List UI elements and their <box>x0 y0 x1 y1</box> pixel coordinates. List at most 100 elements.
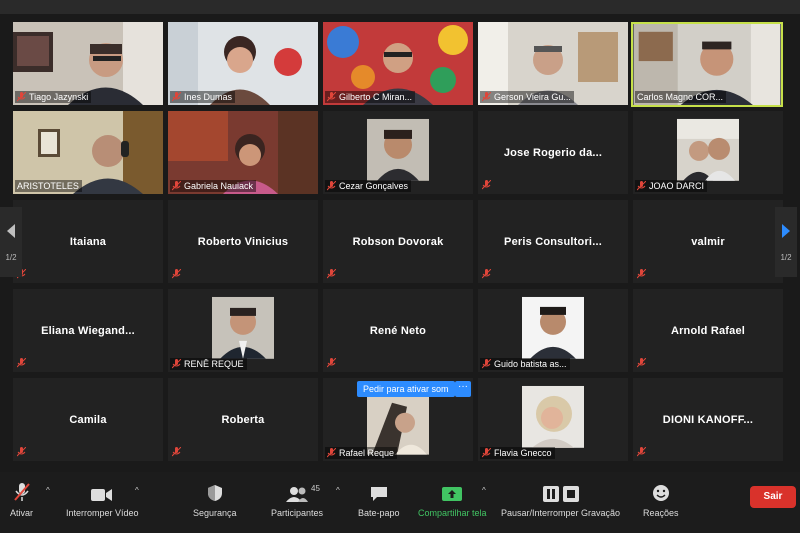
mic-muted-icon <box>327 448 336 458</box>
shield-icon <box>207 485 222 501</box>
participant-tile-itaiana[interactable]: Itaiana <box>13 200 163 283</box>
participant-name-label: Rafael Reque <box>325 447 398 459</box>
profile-photo <box>367 118 429 181</box>
participant-name-label: Gerson Vieira Gu... <box>480 91 574 103</box>
participant-tile-carlos-active-speaker[interactable]: Carlos Magno COR... <box>631 22 783 107</box>
unmute-button[interactable]: Ativar <box>10 480 33 518</box>
participant-tile-tiago[interactable]: Tiago Jazynski <box>13 22 163 105</box>
participant-tile-rene-neto[interactable]: René Neto <box>323 289 473 372</box>
request-unmute-button[interactable]: Pedir para ativar som <box>357 381 455 397</box>
participant-tile-gilberto[interactable]: Gilberto C Miran... <box>323 22 473 105</box>
video-options-caret[interactable]: ^ <box>135 486 139 495</box>
share-screen-icon <box>442 487 463 501</box>
participant-tile-joao[interactable]: JOAO DARCI <box>633 111 783 194</box>
profile-photo <box>212 296 274 359</box>
mic-muted-icon <box>172 269 181 279</box>
mic-muted-icon <box>637 269 646 279</box>
pause-stop-recording-button[interactable]: Pausar/Interromper Gravação <box>501 480 620 518</box>
participant-tile-roberta[interactable]: Roberta <box>168 378 318 461</box>
more-options-button[interactable]: ··· <box>455 381 471 397</box>
mic-muted-icon <box>17 358 26 368</box>
mic-muted-icon <box>327 358 336 368</box>
profile-photo <box>677 118 739 181</box>
participant-name-label: Cezar Gonçalves <box>325 180 412 192</box>
participant-tile-rene-reque[interactable]: RENÊ REQUE <box>168 289 318 372</box>
mic-muted-icon <box>172 92 181 102</box>
participant-name-label: Gabriela Nauiack <box>170 180 257 192</box>
participant-tile-roberto[interactable]: Roberto Vinicius <box>168 200 318 283</box>
mic-muted-icon <box>637 181 646 191</box>
mic-muted-icon <box>327 181 336 191</box>
mic-muted-icon <box>482 180 491 190</box>
participant-name: Itaiana <box>69 235 107 248</box>
arrow-right-icon <box>782 223 790 238</box>
page-indicator-left: 1/2 <box>5 252 17 262</box>
mic-muted-icon <box>172 181 181 191</box>
participant-name-label: Flavia Gnecco <box>480 447 555 459</box>
participant-name: Peris Consultori... <box>504 235 602 248</box>
participant-tile-jose[interactable]: Jose Rogerio da... <box>478 111 628 194</box>
participant-tile-gerson[interactable]: Gerson Vieira Gu... <box>478 22 628 105</box>
chat-bubble-icon <box>370 487 387 501</box>
pause-stop-icon <box>542 486 579 502</box>
page-indicator-right: 1/2 <box>780 252 792 262</box>
participant-tile-camila[interactable]: Camila <box>13 378 163 461</box>
participant-count: 45 <box>311 484 320 493</box>
security-button[interactable]: Segurança <box>193 480 237 518</box>
participant-tile-robson[interactable]: Robson Dovorak <box>323 200 473 283</box>
participant-name: Robson Dovorak <box>352 235 444 248</box>
participant-tile-gabriela[interactable]: Gabriela Nauiack <box>168 111 318 194</box>
participant-tile-flavia[interactable]: Flavia Gnecco <box>478 378 628 461</box>
mic-muted-icon <box>327 269 336 279</box>
mic-muted-icon <box>17 92 26 102</box>
participant-name-label: Tiago Jazynski <box>15 91 92 103</box>
mic-muted-icon <box>17 447 26 457</box>
profile-photo <box>522 296 584 359</box>
participant-name: Eliana Wiegand... <box>41 324 135 337</box>
leave-meeting-button[interactable]: Sair <box>750 486 796 508</box>
participants-options-caret[interactable]: ^ <box>336 486 340 495</box>
participant-name: Roberto Vinicius <box>197 235 289 248</box>
participant-tile-eliana[interactable]: Eliana Wiegand... <box>13 289 163 372</box>
next-page-button[interactable]: 1/2 <box>775 207 797 277</box>
mic-muted-icon <box>637 358 646 368</box>
participant-name: René Neto <box>369 324 427 337</box>
participant-tile-valmir[interactable]: valmir <box>633 200 783 283</box>
mic-muted-icon <box>482 448 491 458</box>
participant-tile-guido[interactable]: Guido batista as... <box>478 289 628 372</box>
audio-options-caret[interactable]: ^ <box>46 486 50 495</box>
mic-muted-icon <box>482 269 491 279</box>
arrow-left-icon <box>7 223 15 238</box>
participant-name-label: Guido batista as... <box>480 358 570 370</box>
participant-name-label: RENÊ REQUE <box>170 358 247 370</box>
window-top-bar <box>0 0 800 14</box>
participant-grid: Tiago Jazynski Ines Dumas Gilberto C Mir… <box>13 22 783 465</box>
participants-icon <box>286 487 309 502</box>
previous-page-button[interactable]: 1/2 <box>0 207 22 277</box>
reactions-button[interactable]: Reações <box>643 480 679 518</box>
participant-name: Jose Rogerio da... <box>503 146 603 159</box>
participant-tile-dioni[interactable]: DIONI KANOFF... <box>633 378 783 461</box>
participant-name: valmir <box>691 235 725 248</box>
chat-button[interactable]: Bate-papo <box>358 480 400 518</box>
participant-name: Arnold Rafael <box>670 324 746 337</box>
mic-muted-icon <box>637 447 646 457</box>
meeting-toolbar: Ativar ^ Interromper Vídeo ^ Segurança P… <box>0 472 800 533</box>
participant-name-label: Ines Dumas <box>170 91 236 103</box>
mic-muted-icon <box>482 92 491 102</box>
smiley-icon <box>652 485 669 501</box>
share-options-caret[interactable]: ^ <box>482 486 486 495</box>
profile-photo <box>367 392 429 455</box>
participant-tile-aristoteles[interactable]: ARISTOTELES <box>13 111 163 194</box>
participant-tile-arnold[interactable]: Arnold Rafael <box>633 289 783 372</box>
share-screen-button[interactable]: Compartilhar tela <box>418 480 487 518</box>
participant-name-label: ARISTOTELES <box>15 180 82 192</box>
mic-muted-icon <box>327 92 336 102</box>
participant-name-label: JOAO DARCI <box>635 180 708 192</box>
participant-tile-ines[interactable]: Ines Dumas <box>168 22 318 105</box>
participant-name-label: Carlos Magno COR... <box>635 91 727 103</box>
participant-tile-cezar[interactable]: Cezar Gonçalves <box>323 111 473 194</box>
stop-video-button[interactable]: Interromper Vídeo <box>66 480 139 518</box>
participant-tile-peris[interactable]: Peris Consultori... <box>478 200 628 283</box>
mic-muted-icon <box>172 447 181 457</box>
